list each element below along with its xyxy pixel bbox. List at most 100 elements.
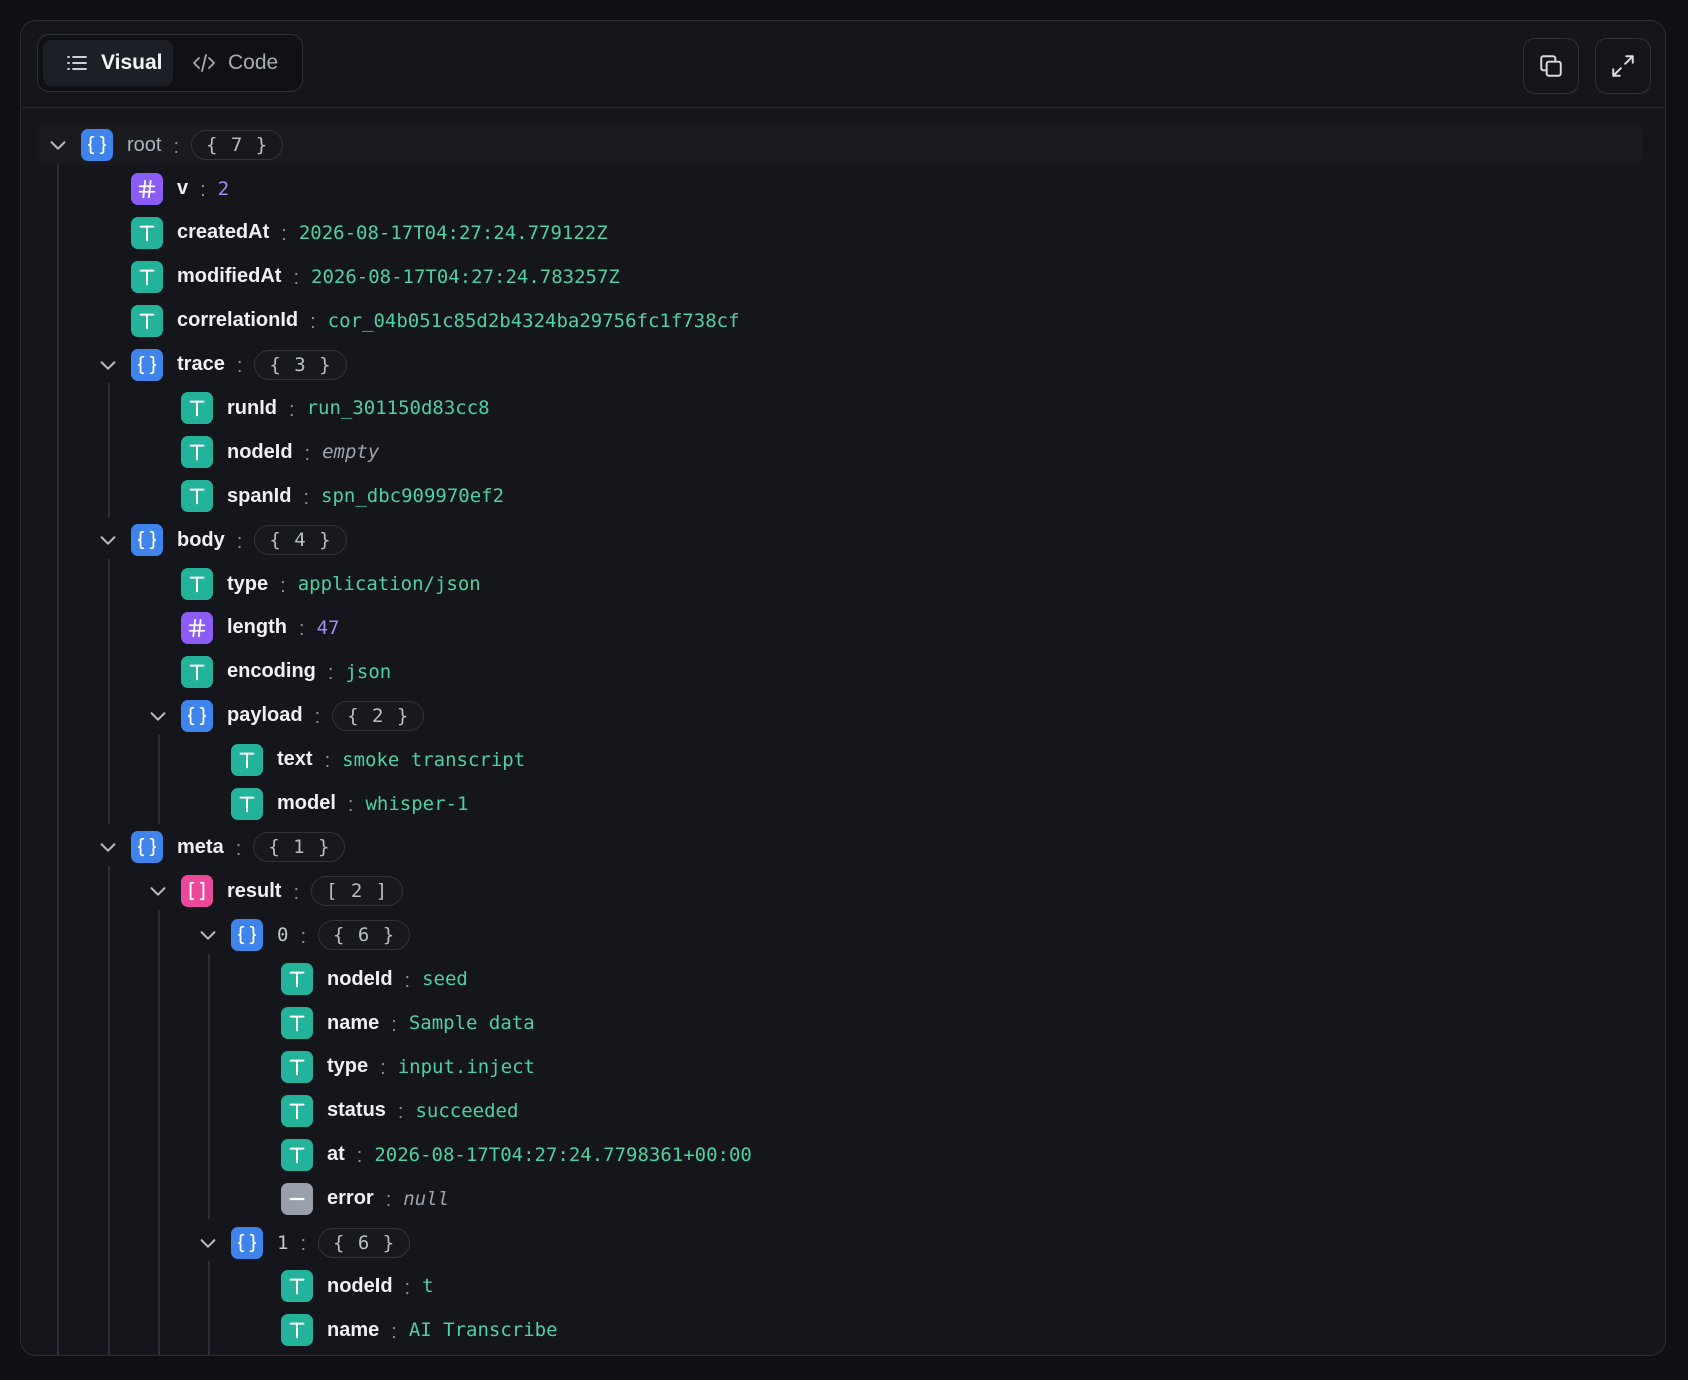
type-badge xyxy=(131,348,163,381)
text-type-icon xyxy=(289,1278,305,1295)
tree-guide-line xyxy=(208,954,210,1220)
type-badge xyxy=(181,568,213,600)
tree-leaf-row: error: null xyxy=(327,1179,449,1219)
text-type-icon xyxy=(139,313,155,329)
type-badge xyxy=(281,1094,313,1127)
child-count-badge: { 7 } xyxy=(191,130,284,160)
braces-icon xyxy=(187,706,207,725)
key-separator: : xyxy=(385,1189,392,1212)
braces-icon xyxy=(237,1233,257,1252)
tree-leaf-row: encoding: json xyxy=(227,652,391,692)
tree-leaf-row: text: smoke transcript xyxy=(277,740,525,780)
type-badge xyxy=(131,524,163,557)
key-separator: : xyxy=(300,1233,307,1255)
node-key: encoding xyxy=(227,660,316,683)
type-badge xyxy=(181,699,213,732)
child-count-badge: [ 2 ] xyxy=(311,876,404,907)
key-separator: : xyxy=(300,925,307,948)
node-key: meta xyxy=(177,835,224,858)
key-separator: : xyxy=(281,223,287,246)
collapse-chevron[interactable] xyxy=(97,354,119,376)
tree-leaf-row: createdAt:2026-08-17T04:27:24.779122Z xyxy=(177,213,608,253)
braces-icon xyxy=(237,926,257,945)
key-separator: : xyxy=(236,530,243,553)
tree-guide-line xyxy=(108,383,110,518)
node-key: nodeId xyxy=(327,967,393,990)
collapse-chevron[interactable] xyxy=(197,1232,219,1254)
type-badge xyxy=(131,216,163,249)
child-count-badge: { 3 } xyxy=(254,349,347,380)
viewer-toolbar: Visual Code xyxy=(21,21,1665,108)
collapse-chevron[interactable] xyxy=(147,880,169,902)
node-key: text xyxy=(277,748,313,771)
expand-icon xyxy=(1612,55,1634,77)
collapse-chevron[interactable] xyxy=(97,836,119,858)
key-separator: : xyxy=(391,1013,397,1036)
expand-button[interactable] xyxy=(1595,38,1651,94)
key-separator: : xyxy=(404,969,411,992)
key-separator: : xyxy=(299,618,305,641)
collapse-chevron[interactable] xyxy=(197,924,219,946)
collapse-chevron[interactable] xyxy=(147,705,169,727)
tree-leaf-row: modifiedAt:2026-08-17T04:27:24.783257Z xyxy=(177,257,620,297)
node-value: succeeded xyxy=(415,1099,519,1122)
key-separator: : xyxy=(293,881,300,904)
tree-guide-line xyxy=(158,910,160,1355)
node-key: name xyxy=(327,1318,380,1341)
key-separator: : xyxy=(173,135,180,158)
view-mode-tabs: Visual Code xyxy=(37,34,303,92)
text-type-icon xyxy=(289,971,305,988)
node-value: json xyxy=(345,660,392,683)
key-separator: : xyxy=(314,706,321,729)
node-value: seed xyxy=(422,968,468,991)
tree-leaf-row: name: AI Transcribe xyxy=(327,1310,558,1350)
tree-guide-line xyxy=(108,559,110,825)
tree-leaf-row: nodeId: empty xyxy=(227,432,379,472)
chevron-down-icon xyxy=(150,887,166,896)
node-value: run_301150d83cc8 xyxy=(306,397,490,420)
text-type-icon xyxy=(239,752,255,768)
node-key: error xyxy=(327,1187,374,1210)
tree-node-row[interactable]: 0: { 6 } xyxy=(277,915,411,955)
tab-visual[interactable]: Visual xyxy=(43,40,173,86)
node-key: 0 xyxy=(277,924,289,947)
tree-node-row[interactable]: trace: { 3 } xyxy=(177,345,347,385)
node-key: type xyxy=(227,572,269,595)
key-separator: : xyxy=(397,1101,404,1124)
tree-node-row[interactable]: result: [ 2 ] xyxy=(227,871,404,911)
tree-leaf-row: type: application/json xyxy=(227,564,481,604)
chevron-down-icon xyxy=(50,141,66,150)
node-value: application/json xyxy=(297,573,481,595)
type-badge xyxy=(281,1007,313,1039)
tree-node-row[interactable]: root: { 7 } xyxy=(127,125,284,165)
tree-leaf-row: nodeId: t xyxy=(327,1266,434,1306)
braces-icon xyxy=(137,838,157,857)
chevron-down-icon xyxy=(200,931,216,940)
node-key: createdAt xyxy=(177,221,270,244)
type-badge xyxy=(81,129,113,161)
chevron-down-icon xyxy=(100,536,116,545)
node-value: Sample data xyxy=(408,1012,535,1034)
tree-leaf-row: status: succeeded xyxy=(327,1091,518,1131)
key-separator: : xyxy=(289,398,295,421)
type-badge xyxy=(231,919,263,952)
type-badge xyxy=(231,1226,263,1259)
text-type-icon xyxy=(289,1059,305,1076)
tree-node-row[interactable]: meta: { 1 } xyxy=(177,827,346,867)
text-type-icon xyxy=(139,225,155,242)
collapse-chevron[interactable] xyxy=(97,529,119,551)
text-type-icon xyxy=(289,1103,305,1120)
node-value: AI Transcribe xyxy=(408,1319,558,1342)
tree-node-row[interactable]: body: { 4 } xyxy=(177,520,347,560)
node-key: trace xyxy=(177,353,225,375)
node-key: name xyxy=(327,1011,380,1034)
tree-guide-line xyxy=(158,734,160,825)
node-value: 2 xyxy=(217,177,230,200)
node-key: model xyxy=(277,792,336,814)
type-badge xyxy=(181,655,213,688)
tree-node-row[interactable]: 1: { 6 } xyxy=(277,1223,411,1263)
tree-node-row[interactable]: payload: { 2 } xyxy=(227,696,425,736)
collapse-chevron[interactable] xyxy=(47,134,69,156)
copy-button[interactable] xyxy=(1523,38,1579,94)
tab-code[interactable]: Code xyxy=(176,40,298,86)
